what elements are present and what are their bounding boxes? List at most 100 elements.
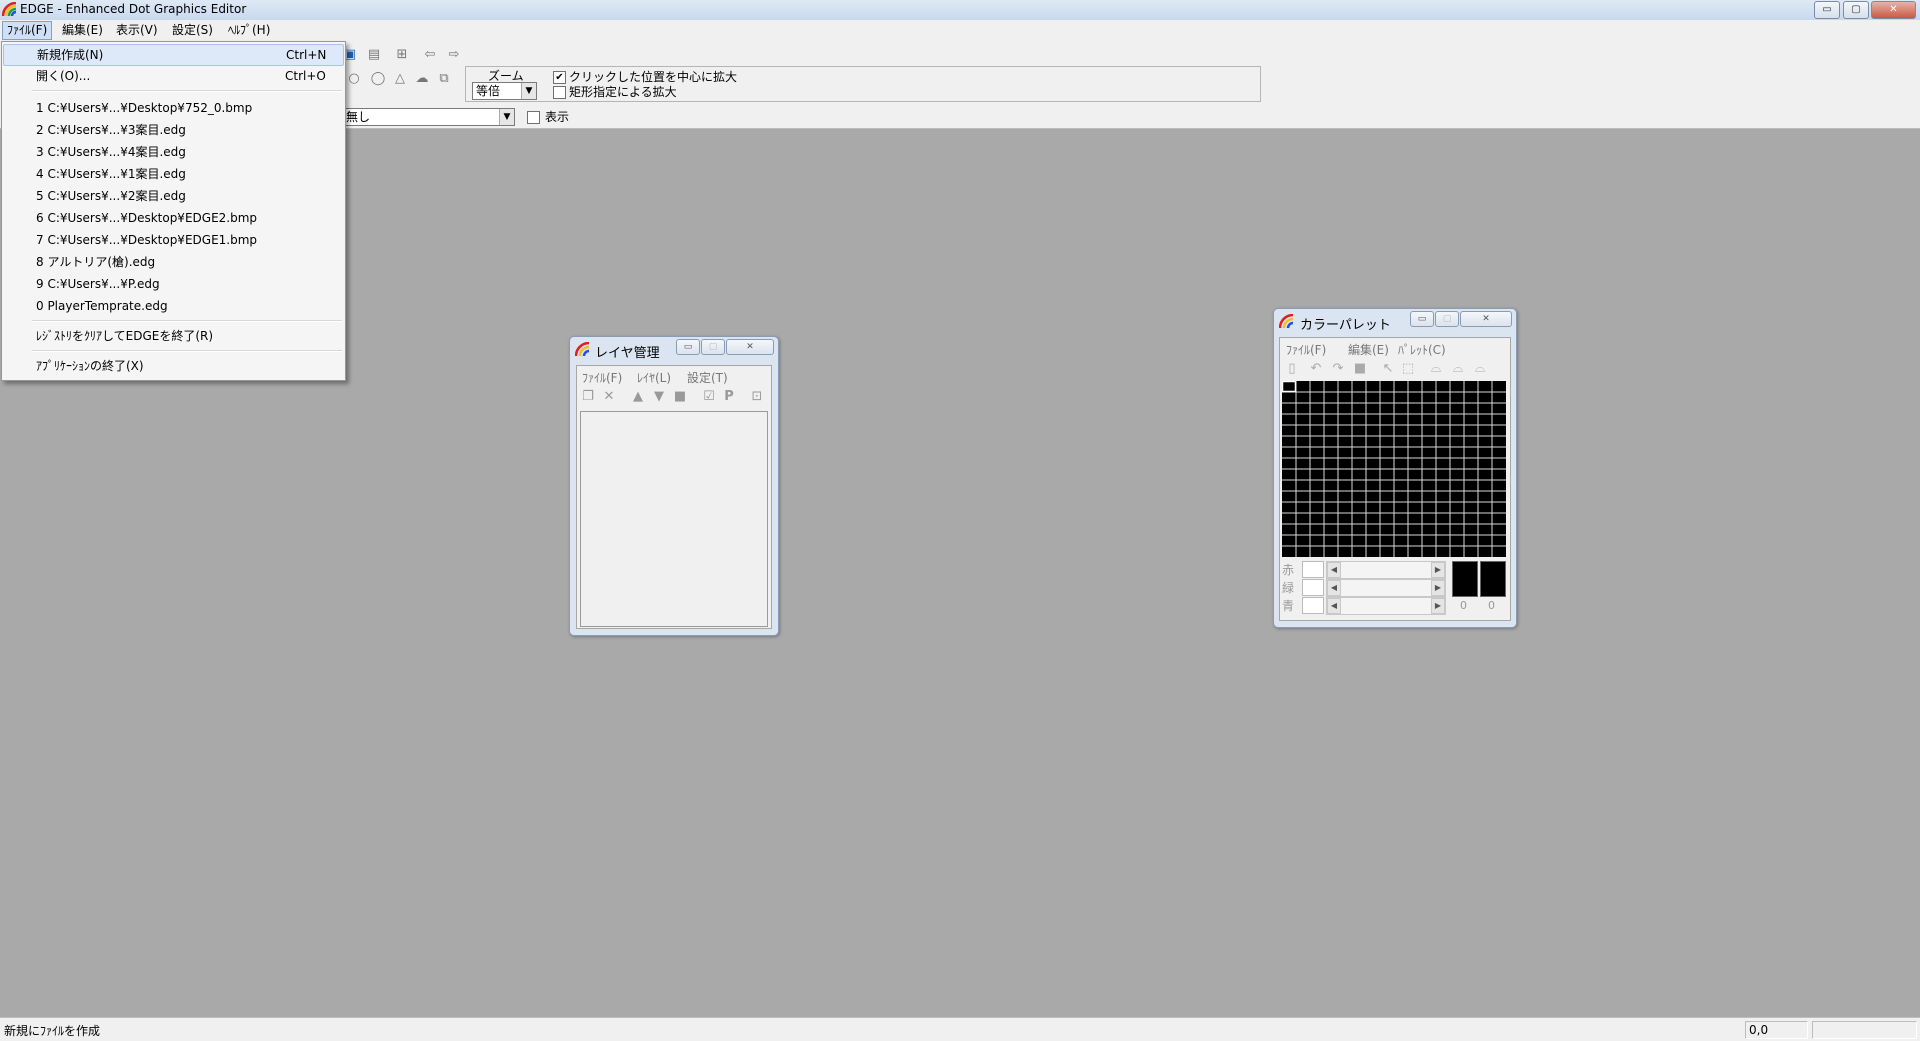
redo-icon[interactable]: ↷ (1330, 361, 1346, 377)
color-palette-window[interactable]: カラーパレット ▭ ▢ ✕ ﾌｧｲﾙ(F) 編集(E) ﾊﾟﾚｯﾄ(C) ▯ ↶… (1273, 308, 1517, 628)
recent-file-item[interactable]: 8 アルトリア(槍).edg (3, 252, 342, 272)
scroll-right-icon[interactable]: ▶ (1431, 598, 1445, 614)
palette-menu-palette[interactable]: ﾊﾟﾚｯﾄ(C) (1398, 341, 1446, 358)
layer-window-body: ﾌｧｲﾙ(F) ﾚｲﾔ(L) 設定(T) ❐ ✕ ▲ ▼ ■ ☑ P ⊡ (576, 365, 772, 629)
new-shortcut: Ctrl+N (286, 48, 327, 62)
clear-registry-label: ﾚｼﾞｽﾄﾘをｸﾘｱしてEDGEを終了(R) (36, 329, 214, 343)
minimize-button[interactable]: ▭ (1410, 311, 1434, 327)
undo-arrow-icon[interactable]: ⇦ (422, 47, 438, 63)
menu-view[interactable]: 表示(V) (112, 22, 162, 39)
recent-file-item[interactable]: 0 PlayerTemprate.edg (3, 296, 342, 316)
menu-help[interactable]: ﾍﾙﾌﾟ(H) (224, 22, 274, 39)
recent-file-label: 9 C:¥Users¥...¥P.edg (36, 277, 160, 291)
zoom-select[interactable]: 等倍 ▼ (472, 82, 537, 100)
palette-color-grid[interactable] (1282, 381, 1506, 557)
gradient-icon[interactable]: ⌓ (1428, 361, 1444, 377)
new-palette-icon[interactable]: ▯ (1284, 361, 1300, 377)
lasso-tool-icon[interactable]: ☁ (414, 71, 430, 87)
red-value-field[interactable] (1302, 561, 1324, 578)
grid-select-icon[interactable]: ⊞ (394, 47, 410, 63)
maximize-button[interactable]: ▢ (1435, 311, 1459, 327)
fill-icon[interactable]: ■ (1352, 361, 1368, 377)
polygon-tool-icon[interactable]: △ (392, 71, 408, 87)
recent-file-item[interactable]: 4 C:¥Users¥...¥1案目.edg (3, 164, 342, 184)
move-down-icon[interactable]: ▼ (651, 389, 667, 405)
recent-file-label: 3 C:¥Users¥...¥4案目.edg (36, 145, 186, 159)
menu-item-clear-registry[interactable]: ﾚｼﾞｽﾄﾘをｸﾘｱしてEDGEを終了(R) (3, 326, 342, 346)
green-slider[interactable]: ◀ ▶ (1326, 579, 1446, 597)
recent-file-item[interactable]: 1 C:¥Users¥...¥Desktop¥752_0.bmp (3, 98, 342, 118)
recent-file-item[interactable]: 5 C:¥Users¥...¥2案目.edg (3, 186, 342, 206)
layer-option-icon[interactable]: ⊡ (749, 389, 765, 405)
menu-file[interactable]: ﾌｧｲﾙ(F) (2, 21, 53, 40)
menu-separator (32, 350, 342, 352)
new-layer-icon[interactable]: ❐ (580, 389, 596, 405)
recent-file-label: 8 アルトリア(槍).edg (36, 255, 156, 269)
menu-edit[interactable]: 編集(E) (58, 22, 107, 39)
layer-list[interactable] (580, 411, 768, 627)
merge-layer-icon[interactable]: ■ (672, 389, 688, 405)
recent-file-item[interactable]: 2 C:¥Users¥...¥3案目.edg (3, 120, 342, 140)
minimize-button[interactable]: ▭ (1814, 1, 1840, 19)
recent-file-item[interactable]: 3 C:¥Users¥...¥4案目.edg (3, 142, 342, 162)
recent-file-item[interactable]: 9 C:¥Users¥...¥P.edg (3, 274, 342, 294)
region-tool-icon[interactable]: ⧉ (436, 71, 452, 87)
select-rect-icon[interactable]: ⬚ (1400, 361, 1416, 377)
scroll-left-icon[interactable]: ◀ (1327, 598, 1341, 614)
minimize-button[interactable]: ▭ (676, 339, 700, 355)
layer-menu-layer[interactable]: ﾚｲﾔ(L) (637, 369, 671, 386)
app-rainbow-icon (2, 2, 17, 17)
move-up-icon[interactable]: ▲ (630, 389, 646, 405)
palette-menu-file[interactable]: ﾌｧｲﾙ(F) (1286, 341, 1326, 358)
close-button[interactable]: ✕ (1871, 1, 1916, 19)
pointer-icon[interactable]: ↖ (1380, 361, 1396, 377)
new-label: 新規作成(N) (37, 48, 104, 62)
recent-file-item[interactable]: 6 C:¥Users¥...¥Desktop¥EDGE2.bmp (3, 208, 342, 228)
secondary-color-swatch[interactable] (1480, 561, 1506, 597)
rect-zoom-checkbox[interactable] (553, 86, 566, 99)
red-slider[interactable]: ◀ ▶ (1326, 561, 1446, 579)
show-checkbox[interactable] (527, 111, 540, 124)
scroll-left-icon[interactable]: ◀ (1327, 580, 1341, 596)
rect-zoom-label: 矩形指定による拡大 (569, 85, 677, 99)
menu-settings[interactable]: 設定(S) (168, 22, 217, 39)
layer-menu-file[interactable]: ﾌｧｲﾙ(F) (582, 369, 622, 386)
ellipse-tool-icon[interactable]: ◯ (370, 71, 386, 87)
gradient3-icon[interactable]: ⌓ (1472, 361, 1488, 377)
gradient2-icon[interactable]: ⌓ (1450, 361, 1466, 377)
primary-color-swatch[interactable] (1452, 561, 1478, 597)
blue-slider[interactable]: ◀ ▶ (1326, 597, 1446, 615)
red-channel-label: 赤 (1282, 563, 1295, 577)
primary-index: 0 (1460, 599, 1467, 612)
delete-layer-icon[interactable]: ✕ (601, 389, 617, 405)
palette-menu-edit[interactable]: 編集(E) (1348, 341, 1389, 358)
layer-p-icon[interactable]: P (721, 389, 737, 405)
preview-icon[interactable]: ▤ (366, 47, 382, 63)
recent-file-label: 7 C:¥Users¥...¥Desktop¥EDGE1.bmp (36, 233, 258, 247)
menu-item-exit[interactable]: ｱﾌﾟﾘｹｰｼｮﾝの終了(X) (3, 356, 342, 376)
maximize-button[interactable]: ▢ (701, 339, 725, 355)
maximize-button[interactable]: ▢ (1843, 1, 1869, 19)
scroll-right-icon[interactable]: ▶ (1431, 562, 1445, 578)
menu-item-open[interactable]: 開く(O)... Ctrl+O (3, 66, 342, 86)
circle-tool-icon[interactable]: ○ (346, 71, 362, 87)
blue-value-field[interactable] (1302, 597, 1324, 614)
undo-icon[interactable]: ↶ (1308, 361, 1324, 377)
close-button[interactable]: ✕ (726, 339, 774, 355)
layer-window[interactable]: レイヤ管理 ▭ ▢ ✕ ﾌｧｲﾙ(F) ﾚｲﾔ(L) 設定(T) ❐ ✕ ▲ ▼… (569, 336, 779, 636)
recent-file-item[interactable]: 7 C:¥Users¥...¥Desktop¥EDGE1.bmp (3, 230, 342, 250)
chevron-down-icon: ▼ (521, 83, 536, 99)
redo-arrow-icon[interactable]: ⇨ (446, 47, 462, 63)
close-button[interactable]: ✕ (1460, 311, 1512, 327)
grid-combo[interactable]: 無し ▼ (342, 108, 515, 126)
menu-bar: ﾌｧｲﾙ(F) 編集(E) 表示(V) 設定(S) ﾍﾙﾌﾟ(H) (0, 20, 1920, 43)
scroll-left-icon[interactable]: ◀ (1327, 562, 1341, 578)
menu-item-new[interactable]: 新規作成(N) Ctrl+N (3, 44, 344, 66)
exit-label: ｱﾌﾟﾘｹｰｼｮﾝの終了(X) (36, 359, 144, 373)
scroll-right-icon[interactable]: ▶ (1431, 580, 1445, 596)
click-center-checkbox[interactable]: ✔ (553, 71, 566, 84)
layer-check-icon[interactable]: ☑ (701, 389, 717, 405)
green-value-field[interactable] (1302, 579, 1324, 596)
layer-menu-settings[interactable]: 設定(T) (687, 369, 728, 386)
status-extra-pane (1812, 1021, 1917, 1039)
